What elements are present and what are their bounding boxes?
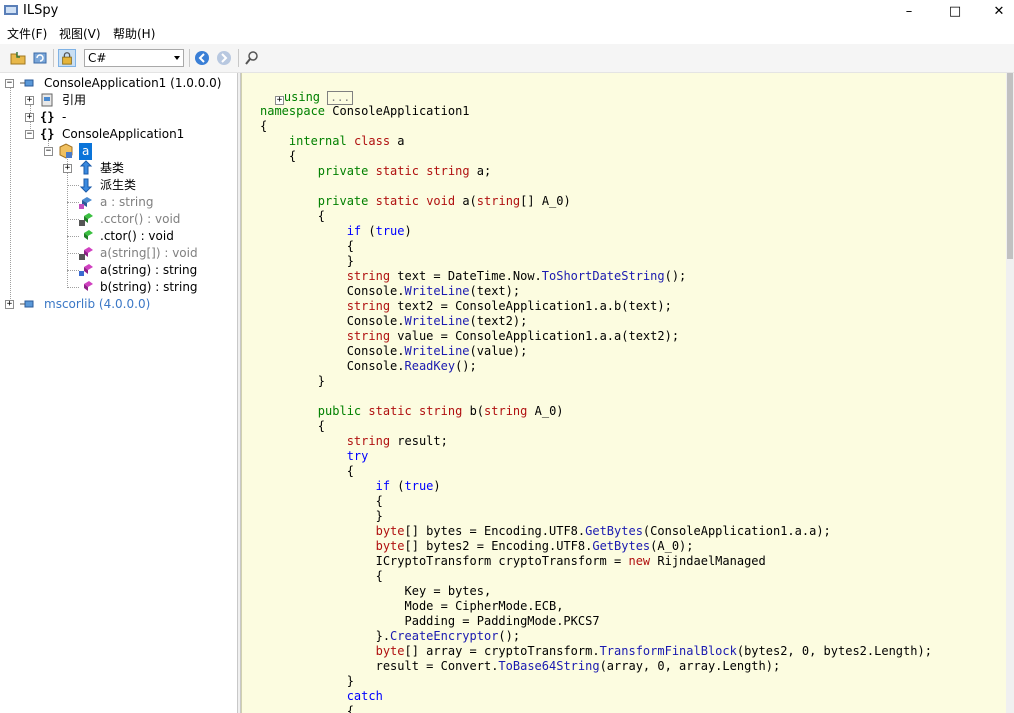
collapse-toggle[interactable]: − — [44, 147, 53, 156]
code-line: byte[] bytes2 = Encoding.UTF8.GetBytes(A… — [375, 539, 694, 553]
expand-toggle[interactable]: + — [25, 96, 34, 105]
derived-types-icon — [79, 178, 93, 193]
menu-bar: 文件(F) 视图(V) 帮助(H) — [0, 22, 1014, 42]
code-line: Key = bytes, — [260, 584, 492, 598]
code-line: { — [260, 119, 268, 133]
method-icon — [79, 264, 93, 276]
tree-guide — [67, 157, 68, 288]
code-line: { — [260, 464, 354, 478]
folded-using-block[interactable]: ... — [327, 91, 354, 105]
reload-button[interactable] — [31, 49, 49, 67]
code-line: Console.WriteLine(value); — [260, 344, 528, 358]
tree-guide — [10, 87, 11, 305]
lock-icon — [62, 52, 72, 65]
code-line: { — [260, 149, 297, 163]
code-line: string value = ConsoleApplication1.a.a(t… — [346, 329, 680, 343]
field-icon — [79, 197, 92, 209]
code-line: { — [260, 569, 383, 583]
code-line: Padding = PaddingMode.PKCS7 — [260, 614, 600, 628]
code-line: string text2 = ConsoleApplication1.a.b(t… — [346, 299, 672, 313]
code-line: } — [260, 254, 354, 268]
code-line: { — [260, 239, 354, 253]
maximize-button[interactable]: □ — [932, 0, 978, 22]
reload-icon — [33, 52, 47, 64]
show-internal-button[interactable] — [58, 49, 76, 67]
static-constructor-icon — [79, 213, 93, 226]
code-line: internal class a — [288, 134, 405, 148]
menu-view[interactable]: 视图(V) — [59, 25, 101, 42]
code-line: Console.ReadKey(); — [260, 359, 477, 373]
assembly-tree[interactable]: − ConsoleApplication1 (1.0.0.0) + 引用 + {… — [0, 73, 237, 713]
search-icon — [245, 51, 258, 65]
code-line: result = Convert.ToBase64String(array, 0… — [260, 659, 781, 673]
code-line: string result; — [346, 434, 448, 448]
code-line: public static string b(string A_0) — [317, 404, 564, 418]
language-select[interactable]: C# — [84, 49, 184, 67]
code-editor[interactable]: + using ... namespace ConsoleApplication1… — [241, 73, 1006, 713]
method-icon — [79, 247, 93, 260]
vertical-scrollbar[interactable] — [1006, 73, 1014, 713]
code-line: { — [260, 419, 326, 433]
collapse-toggle[interactable]: − — [5, 79, 14, 88]
selected-class-label: a — [79, 143, 93, 160]
toolbar: C# — [0, 44, 1014, 73]
expand-toggle[interactable]: + — [63, 164, 72, 173]
language-select-value: C# — [88, 51, 107, 65]
code-line: byte[] bytes = Encoding.UTF8.GetBytes(Co… — [375, 524, 831, 538]
forward-arrow-icon — [217, 51, 231, 65]
code-line: { — [260, 704, 354, 713]
close-button[interactable]: ✕ — [976, 0, 1014, 22]
code-line: try — [346, 449, 369, 463]
code-line: string text = DateTime.Now.ToShortDateSt… — [346, 269, 687, 283]
toolbar-separator — [53, 49, 54, 67]
namespace-icon: {} — [40, 127, 55, 141]
code-line: Console.WriteLine(text); — [260, 284, 521, 298]
constructor-icon — [84, 230, 93, 240]
using-fold-line[interactable]: + using ... — [246, 75, 354, 105]
code-line: { — [260, 209, 326, 223]
toolbar-separator — [189, 49, 190, 67]
expand-toggle[interactable]: + — [5, 300, 14, 309]
back-arrow-icon — [195, 51, 209, 65]
menu-file[interactable]: 文件(F) — [7, 25, 47, 42]
code-line: { — [260, 494, 383, 508]
chevron-down-icon — [174, 56, 180, 60]
window-title: ILSpy — [23, 3, 59, 18]
code-line: private static string a; — [317, 164, 492, 178]
collapse-toggle[interactable]: − — [25, 130, 34, 139]
minimize-button[interactable]: – — [886, 0, 932, 22]
search-button[interactable] — [243, 49, 261, 67]
class-icon — [59, 143, 73, 159]
toolbar-separator — [238, 49, 239, 67]
code-line: ICryptoTransform cryptoTransform = new R… — [260, 554, 766, 568]
code-line: private static void a(string[] A_0) — [317, 194, 571, 208]
references-icon — [41, 93, 53, 107]
ilspy-app-icon — [4, 5, 18, 15]
code-line: } — [260, 509, 383, 523]
back-button[interactable] — [193, 49, 211, 67]
code-line: if (true) — [375, 479, 441, 493]
code-line: namespace ConsoleApplication1 — [260, 104, 470, 118]
code-line: byte[] array = cryptoTransform.Transform… — [375, 644, 932, 658]
code-line: }.CreateEncryptor(); — [260, 629, 521, 643]
code-line: Mode = CipherMode.ECB, — [260, 599, 564, 613]
base-types-icon — [79, 160, 93, 175]
expand-toggle[interactable]: + — [25, 113, 34, 122]
code-line: if (true) — [346, 224, 412, 238]
assembly-icon — [20, 79, 34, 87]
forward-button[interactable] — [215, 49, 233, 67]
namespace-icon: {} — [40, 110, 55, 124]
code-line: catch — [346, 689, 383, 703]
open-button[interactable] — [9, 49, 27, 67]
code-line: } — [260, 374, 326, 388]
title-bar: ILSpy – □ ✕ — [0, 0, 1014, 22]
method-icon — [84, 281, 93, 291]
code-line: } — [260, 674, 354, 688]
assembly-icon — [20, 300, 34, 308]
scrollbar-thumb[interactable] — [1007, 73, 1013, 259]
code-line: Console.WriteLine(text2); — [260, 314, 528, 328]
open-folder-icon — [10, 52, 26, 65]
menu-help[interactable]: 帮助(H) — [113, 25, 155, 42]
